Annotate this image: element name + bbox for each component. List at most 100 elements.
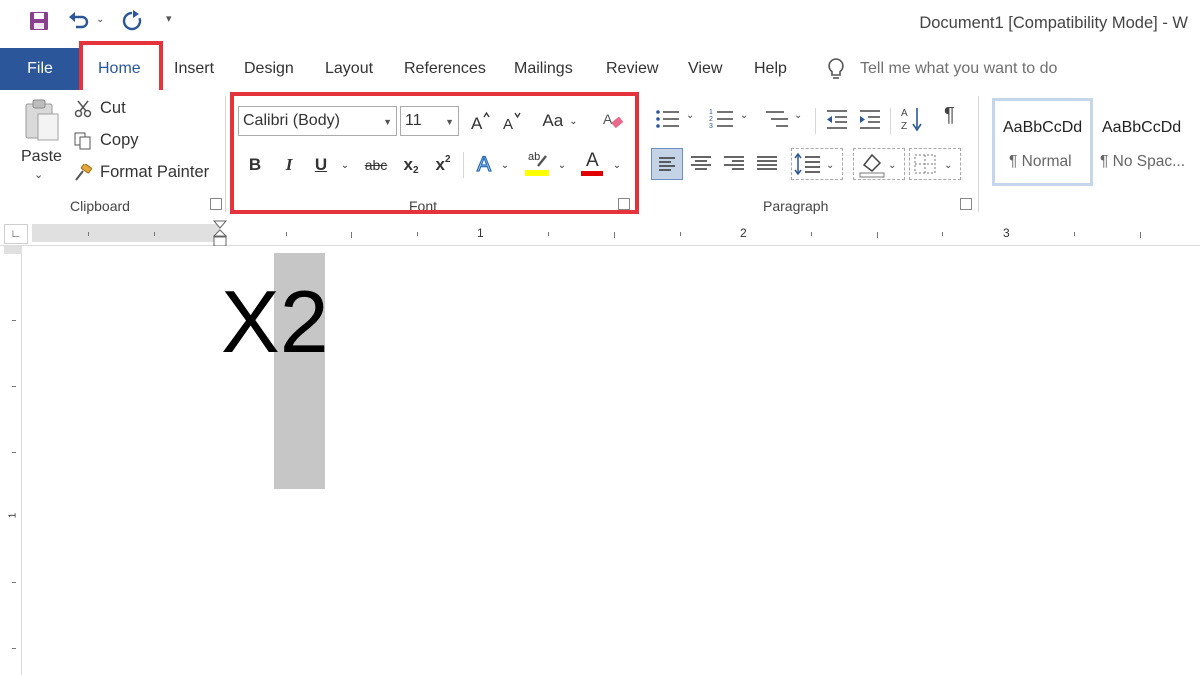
ruler-tick	[1140, 232, 1141, 238]
ruler-tick	[12, 386, 16, 387]
svg-text:3: 3	[709, 123, 713, 130]
svg-text:⌄: ⌄	[888, 160, 896, 171]
save-icon[interactable]	[28, 10, 50, 32]
document-canvas[interactable]: X2	[25, 246, 1200, 675]
svg-text:⌄: ⌄	[944, 160, 952, 171]
paragraph-divider	[815, 108, 816, 134]
lightbulb-icon	[826, 57, 846, 81]
multilevel-list-icon[interactable]	[764, 108, 790, 130]
copy-button[interactable]: Copy	[74, 131, 139, 150]
tab-selector-button[interactable]: ∟	[4, 224, 28, 244]
copy-icon	[74, 132, 92, 150]
ruler-text-area	[220, 224, 1200, 242]
align-right-icon[interactable]	[722, 150, 746, 176]
shading-button[interactable]: ⌄	[853, 148, 905, 180]
tab-insert[interactable]: Insert	[174, 48, 214, 90]
ruler-label: 2	[740, 226, 747, 240]
vertical-ruler-track	[4, 246, 22, 675]
paragraph-group-label: Paragraph	[763, 198, 829, 214]
show-formatting-marks-button[interactable]: ¶	[944, 104, 955, 127]
svg-text:A: A	[901, 108, 908, 119]
scissors-icon	[74, 100, 92, 118]
tab-mailings[interactable]: Mailings	[514, 48, 573, 90]
ribbon-divider	[978, 96, 979, 212]
ruler-tick	[351, 232, 352, 238]
style-name: ¶ No Spac...	[1100, 153, 1186, 170]
ruler-tick	[614, 232, 615, 238]
multilevel-dropdown-icon[interactable]: ⌄	[794, 110, 802, 121]
redo-icon[interactable]	[121, 10, 143, 32]
tab-help[interactable]: Help	[754, 48, 787, 90]
paragraph-divider	[890, 108, 891, 134]
format-painter-label: Format Painter	[100, 163, 210, 181]
ruler-tick	[88, 232, 89, 236]
style-no-spacing[interactable]: AaBbCcDd ¶ No Spac...	[1096, 98, 1200, 186]
window-title: Document1 [Compatibility Mode] - W	[919, 14, 1188, 32]
svg-text:1: 1	[709, 109, 713, 116]
document-text[interactable]: X2	[221, 272, 329, 372]
style-sample: AaBbCcDd	[1102, 119, 1182, 136]
ruler-tick	[417, 232, 418, 236]
align-left-button[interactable]	[651, 148, 683, 180]
paste-button[interactable]: Paste	[21, 148, 62, 166]
ruler-margin-left	[32, 224, 220, 242]
ruler-tick	[680, 232, 681, 236]
vertical-ruler[interactable]: 1	[0, 246, 25, 675]
paintbrush-icon	[74, 163, 92, 182]
ruler-tick	[548, 232, 549, 236]
justify-icon[interactable]	[755, 150, 779, 176]
align-center-icon[interactable]	[689, 150, 713, 176]
sort-icon[interactable]: AZ	[900, 106, 924, 132]
increase-indent-icon[interactable]	[858, 108, 882, 130]
clipboard-launcher-icon[interactable]	[210, 198, 222, 210]
ruler-tick	[942, 232, 943, 236]
ruler-label: 3	[1003, 226, 1010, 240]
cut-label: Cut	[100, 99, 126, 117]
undo-dropdown-icon[interactable]: ⌄	[96, 14, 104, 25]
cut-button[interactable]: Cut	[74, 99, 126, 118]
numbering-dropdown-icon[interactable]: ⌄	[740, 110, 748, 121]
horizontal-ruler[interactable]: ∟ 1 2 3	[0, 220, 1200, 247]
ribbon-tabs: File Home Insert Design Layout Reference…	[0, 48, 1200, 90]
clipboard-group-label: Clipboard	[70, 198, 130, 214]
bullets-icon[interactable]	[655, 108, 681, 130]
decrease-indent-icon[interactable]	[825, 108, 849, 130]
font-group-highlight-box	[230, 92, 639, 214]
tab-view[interactable]: View	[688, 48, 722, 90]
undo-icon[interactable]	[67, 10, 91, 32]
ruler-tick	[286, 232, 287, 236]
svg-text:Z: Z	[901, 121, 907, 132]
numbering-icon[interactable]: 123	[709, 108, 735, 130]
ruler-tick	[154, 232, 155, 236]
line-spacing-button[interactable]: ⌄	[791, 148, 843, 180]
vertical-ruler-label: 1	[7, 512, 19, 519]
borders-button[interactable]: ⌄	[909, 148, 961, 180]
ruler-tick	[877, 232, 878, 238]
style-sample: AaBbCcDd	[1003, 119, 1083, 136]
tab-review[interactable]: Review	[606, 48, 658, 90]
bullets-dropdown-icon[interactable]: ⌄	[686, 110, 694, 121]
tab-file[interactable]: File	[0, 48, 80, 90]
ribbon-divider	[225, 96, 226, 212]
svg-text:⌄: ⌄	[826, 160, 834, 171]
style-normal[interactable]: AaBbCcDd ¶ Normal	[992, 98, 1093, 186]
customize-qat-icon[interactable]: ▾	[166, 12, 172, 25]
ruler-label: 1	[477, 226, 484, 240]
ruler-tick	[12, 320, 16, 321]
tab-design[interactable]: Design	[244, 48, 294, 90]
tab-layout[interactable]: Layout	[325, 48, 373, 90]
tab-references[interactable]: References	[404, 48, 486, 90]
paste-dropdown-icon[interactable]: ⌄	[34, 168, 43, 181]
tell-me-search[interactable]: Tell me what you want to do	[826, 48, 1057, 90]
ruler-tick	[12, 648, 16, 649]
format-painter-button[interactable]: Format Painter	[74, 163, 209, 182]
svg-text:2: 2	[709, 116, 713, 123]
ruler-tick	[12, 582, 16, 583]
paragraph-launcher-icon[interactable]	[960, 198, 972, 210]
title-bar: ⌄ ▾ Document1 [Compatibility Mode] - W	[0, 0, 1200, 48]
paste-icon[interactable]	[22, 98, 62, 142]
ruler-tick	[12, 452, 16, 453]
vertical-ruler-margin	[4, 246, 22, 254]
copy-label: Copy	[100, 131, 139, 149]
ruler-tick	[1074, 232, 1075, 236]
